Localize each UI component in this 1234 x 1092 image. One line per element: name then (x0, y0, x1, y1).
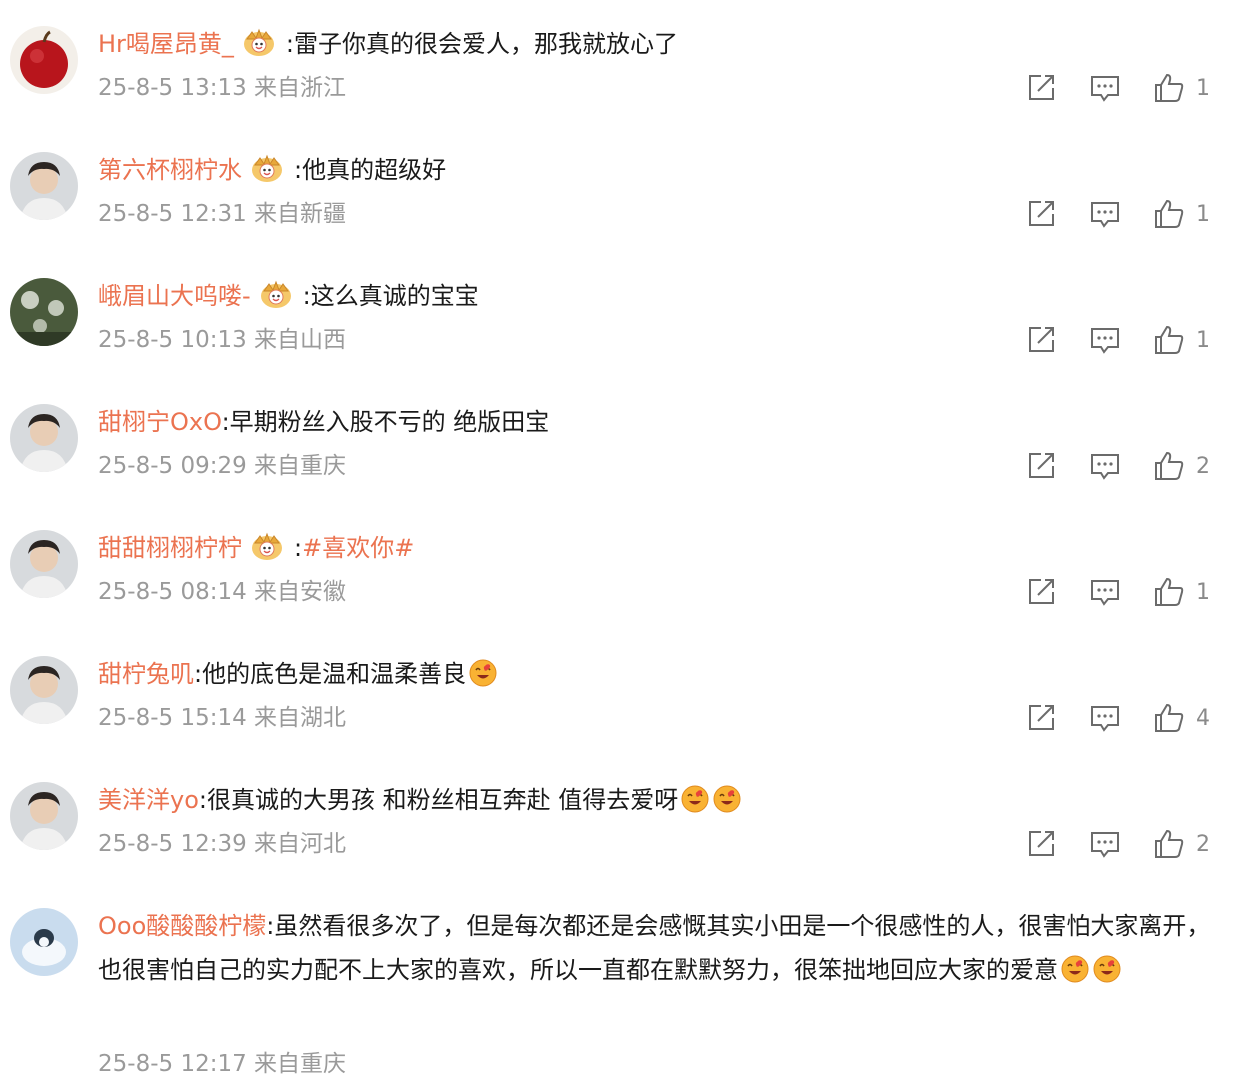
separator: : (302, 282, 311, 310)
comment-body: Ooo酸酸酸柠檬:虽然看很多次了，但是每次都还是会感慨其实小田是一个很感性的人，… (98, 904, 1213, 992)
comment-meta: 25-8-5 15:14 来自湖北 (98, 698, 346, 732)
timestamp: 25-8-5 12:39 (98, 831, 247, 857)
like-count: 1 (1196, 328, 1210, 353)
like-count: 1 (1196, 202, 1210, 227)
crown-badge-icon (259, 279, 293, 309)
timestamp: 25-8-5 09:29 (98, 453, 247, 479)
separator: : (285, 30, 295, 58)
thumbs-up-icon[interactable] (1152, 71, 1186, 105)
blush-kiss-emoji-icon (712, 784, 742, 814)
comment-text: 他真的超级好 (302, 156, 447, 184)
comment-meta: 25-8-5 12:31 来自新疆 (98, 194, 346, 228)
username-link[interactable]: 第六杯栩柠水 (98, 156, 242, 184)
share-icon[interactable] (1024, 323, 1058, 357)
like-count: 2 (1196, 454, 1210, 479)
comment-body: 美洋洋yo:很真诚的大男孩 和粉丝相互奔赴 值得去爱呀 (98, 778, 742, 822)
comment-text: 早期粉丝入股不亏的 绝版田宝 (229, 408, 550, 436)
comment-icon[interactable] (1088, 71, 1122, 105)
separator: : (194, 660, 203, 688)
location: 来自重庆 (254, 1051, 347, 1077)
crown-badge-icon (242, 27, 276, 57)
timestamp: 25-8-5 10:13 (98, 327, 247, 353)
username-link[interactable]: 甜栩宁OxO (98, 408, 222, 436)
timestamp: 25-8-5 12:17 (98, 1051, 247, 1077)
separator: : (294, 156, 303, 184)
thumbs-up-icon[interactable] (1152, 323, 1186, 357)
location: 来自浙江 (254, 75, 347, 101)
comment-body: 第六杯栩柠水:他真的超级好 (98, 148, 446, 192)
like-count: 1 (1196, 76, 1210, 101)
like-count: 4 (1196, 706, 1210, 731)
share-icon[interactable] (1024, 197, 1058, 231)
location: 来自新疆 (254, 201, 347, 227)
location: 来自重庆 (254, 453, 347, 479)
thumbs-up-icon[interactable] (1152, 575, 1186, 609)
username-link[interactable]: 峨眉山大呜喽- (98, 282, 251, 310)
username-link[interactable]: Hr喝屋昂黄_ (98, 30, 234, 58)
blush-kiss-emoji-icon (1092, 954, 1122, 984)
avatar[interactable] (10, 782, 78, 850)
thumbs-up-icon[interactable] (1152, 197, 1186, 231)
comment-icon[interactable] (1088, 197, 1122, 231)
blush-kiss-emoji-icon (1060, 954, 1090, 984)
separator: : (198, 786, 207, 814)
comment-icon[interactable] (1088, 449, 1122, 483)
avatar[interactable] (10, 404, 78, 472)
timestamp: 25-8-5 13:13 (98, 75, 247, 101)
avatar[interactable] (10, 152, 78, 220)
comment-body: 甜栩宁OxO:早期粉丝入股不亏的 绝版田宝 (98, 400, 549, 444)
comment-text: 这么真诚的宝宝 (310, 282, 479, 310)
like-count: 2 (1196, 832, 1210, 857)
share-icon[interactable] (1024, 71, 1058, 105)
comment-icon[interactable] (1088, 323, 1122, 357)
timestamp: 25-8-5 08:14 (98, 579, 247, 605)
comment-meta: 25-8-5 12:39 来自河北 (98, 824, 346, 858)
username-link[interactable]: 甜甜栩栩柠柠 (98, 534, 242, 562)
comment-body: 甜柠兔叽:他的底色是温和温柔善良 (98, 652, 498, 696)
comment-meta: 25-8-5 08:14 来自安徽 (98, 572, 346, 606)
comment-icon[interactable] (1088, 827, 1122, 861)
crown-badge-icon (250, 153, 284, 183)
share-icon[interactable] (1024, 701, 1058, 735)
username-link[interactable]: 美洋洋yo (98, 786, 199, 814)
username-link[interactable]: Ooo酸酸酸柠檬 (98, 912, 266, 940)
crown-badge-icon (250, 531, 284, 561)
avatar[interactable] (10, 530, 78, 598)
blush-kiss-emoji-icon (680, 784, 710, 814)
like-count: 1 (1196, 580, 1210, 605)
comment-body: 峨眉山大呜喽-:这么真诚的宝宝 (98, 274, 479, 318)
blush-kiss-emoji-icon (468, 658, 498, 688)
separator: : (294, 534, 303, 562)
comment-meta: 25-8-5 10:13 来自山西 (98, 320, 346, 354)
share-icon[interactable] (1024, 449, 1058, 483)
thumbs-up-icon[interactable] (1152, 827, 1186, 861)
avatar[interactable] (10, 908, 78, 976)
avatar[interactable] (10, 656, 78, 724)
comment-meta: 25-8-5 13:13 来自浙江 (98, 68, 346, 102)
thumbs-up-icon[interactable] (1152, 701, 1186, 735)
comment-text: 雷子你真的很会爱人，那我就放心了 (294, 30, 679, 58)
timestamp: 25-8-5 15:14 (98, 705, 247, 731)
comment-body: Hr喝屋昂黄_:雷子你真的很会爱人，那我就放心了 (98, 22, 678, 66)
share-icon[interactable] (1024, 575, 1058, 609)
location: 来自山西 (254, 327, 347, 353)
avatar[interactable] (10, 26, 78, 94)
share-icon[interactable] (1024, 827, 1058, 861)
timestamp: 25-8-5 12:31 (98, 201, 247, 227)
comment-icon[interactable] (1088, 701, 1122, 735)
thumbs-up-icon[interactable] (1152, 449, 1186, 483)
hashtag-link[interactable]: #喜欢你# (302, 534, 414, 562)
separator: : (221, 408, 230, 436)
comment-meta: 25-8-5 12:17 来自重庆 (98, 1044, 346, 1078)
comment-text: 他的底色是温和温柔善良 (202, 660, 467, 688)
location: 来自安徽 (254, 579, 347, 605)
location: 来自河北 (254, 831, 347, 857)
location: 来自湖北 (254, 705, 347, 731)
avatar[interactable] (10, 278, 78, 346)
comment-meta: 25-8-5 09:29 来自重庆 (98, 446, 346, 480)
username-link[interactable]: 甜柠兔叽 (98, 660, 194, 688)
comment-text: 很真诚的大男孩 和粉丝相互奔赴 值得去爱呀 (206, 786, 679, 814)
comment-icon[interactable] (1088, 575, 1122, 609)
comment-body: 甜甜栩栩柠柠:#喜欢你# (98, 526, 414, 570)
